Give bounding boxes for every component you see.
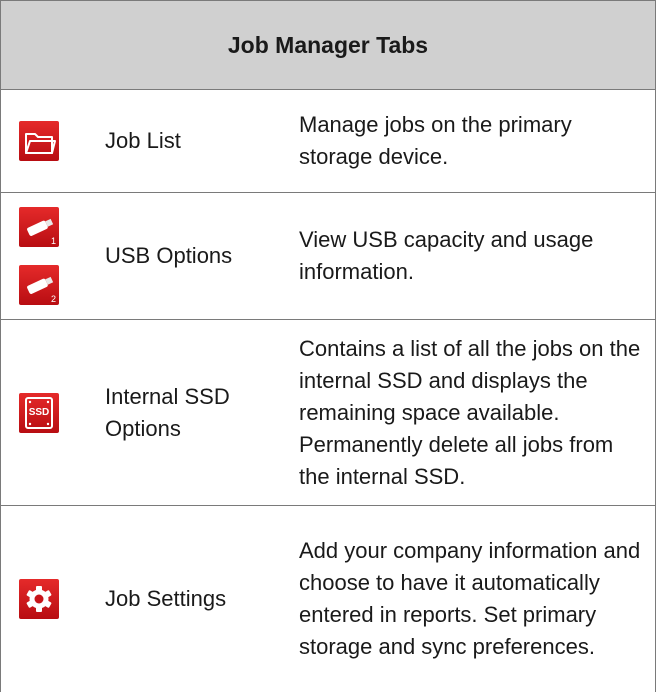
- usb-drive-icon: 1: [19, 207, 59, 247]
- ssd-icon-text: SSD: [28, 406, 50, 418]
- table-row: Job List Manage jobs on the primary stor…: [1, 90, 655, 193]
- table-header: Job Manager Tabs: [1, 1, 655, 90]
- tab-label: Job List: [105, 128, 181, 153]
- usb-drive-icon: 2: [19, 265, 59, 305]
- tab-label: Job Settings: [105, 586, 227, 611]
- table-row: Job Settings Add your company informatio…: [1, 506, 655, 692]
- folder-icon: [19, 121, 59, 161]
- tab-label: USB Options: [105, 243, 233, 268]
- gear-icon: [19, 579, 59, 619]
- table-row: SSD Internal SSD Options Contains a list…: [1, 320, 655, 506]
- tab-description: Contains a list of all the jobs on the i…: [299, 335, 641, 489]
- tab-description: Add your company information and choose …: [299, 538, 641, 659]
- table-row: 1 2 USB Options View USB capacity and us…: [1, 193, 655, 320]
- job-manager-tabs-table: Job Manager Tabs Job List Manage jobs on…: [0, 0, 656, 692]
- usb-badge: 2: [50, 294, 56, 304]
- tab-label: Internal SSD Options: [105, 383, 230, 441]
- tab-description: View USB capacity and usage information.: [299, 227, 594, 284]
- usb-badge: 1: [50, 236, 56, 246]
- tab-description: Manage jobs on the primary storage devic…: [299, 112, 572, 169]
- ssd-icon: SSD: [19, 392, 59, 433]
